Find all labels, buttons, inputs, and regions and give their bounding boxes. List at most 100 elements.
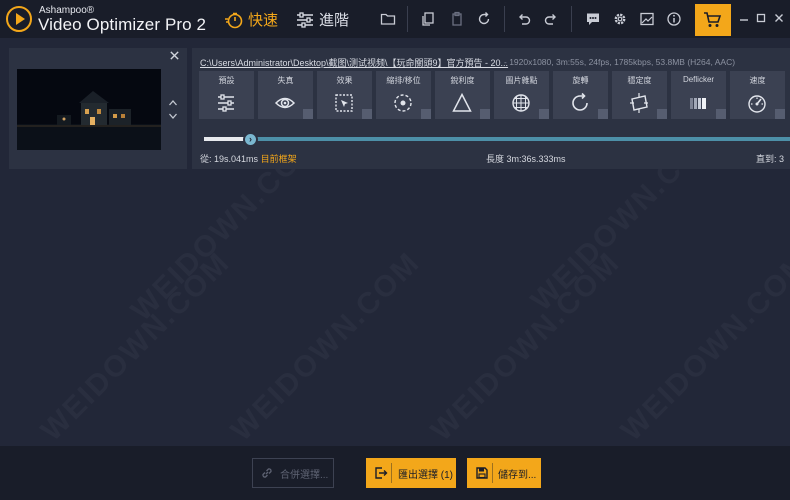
mode-fast-label: 快速 [248, 12, 279, 29]
mode-fast-tab[interactable]: 快速 [224, 9, 278, 30]
button-divider [391, 463, 392, 483]
timeline-track[interactable] [204, 137, 790, 141]
grid-sphere-icon [512, 94, 530, 112]
merge-selection-button[interactable]: 合併選擇... [252, 458, 334, 488]
toolbar-separator [407, 6, 408, 32]
export-selection-button[interactable]: 匯出選擇 (1) [366, 458, 456, 488]
maximize-button[interactable] [752, 9, 770, 27]
image-icon[interactable] [637, 9, 657, 29]
tool-corner [480, 109, 490, 119]
from-label: 從: [200, 154, 212, 164]
timeline-playhead-handle[interactable]: › [243, 132, 258, 147]
watermark: WEIDOWN.COM [615, 246, 790, 448]
close-icon [775, 14, 783, 22]
length-label: 長度 [486, 154, 505, 164]
watermark: WEIDOWN.COM [225, 246, 427, 448]
file-info: - 1920x1080, 3m:55s, 24fps, 1785kbps, 53… [504, 57, 736, 67]
mode-advanced-tab[interactable]: 進階 [295, 9, 349, 30]
merge-label: 合併選擇... [280, 469, 329, 481]
app-title: Video Optimizer Pro 2 [38, 15, 207, 34]
tool-label: Deflicker [682, 75, 715, 84]
tool-label: 銳利度 [450, 76, 475, 85]
button-divider [492, 463, 493, 483]
effects-icon [335, 94, 353, 112]
tool-label: 穩定度 [627, 76, 652, 85]
gear-icon[interactable] [610, 9, 630, 29]
range-end: 直到: 3 [756, 152, 784, 165]
tool-corner [303, 109, 313, 119]
toolbar-separator [504, 6, 505, 32]
stopwatch-icon [225, 12, 243, 28]
tool-label: 圖片雜點 [505, 76, 538, 85]
cart-icon [704, 12, 722, 27]
save-to-button[interactable]: 儲存到... [467, 458, 541, 488]
copy-icon[interactable] [418, 9, 438, 29]
rotate-icon [572, 92, 588, 111]
shop-cart-button[interactable] [695, 4, 731, 36]
file-path-link[interactable]: C:\Users\Administrator\Desktop\截图\测试视频\【… [200, 56, 508, 69]
tool-corner [362, 109, 372, 119]
minimize-button[interactable] [735, 9, 753, 27]
length-value: 3m:36s.333ms [506, 154, 566, 164]
sliders-icon [218, 94, 234, 112]
tool-rotate[interactable]: 旋轉 [553, 71, 608, 119]
tool-corner [716, 109, 726, 119]
tool-corner [775, 109, 785, 119]
tool-noise[interactable]: 圖片雜點 [494, 71, 549, 119]
clip-length: 長度 3m:36s.333ms [486, 152, 566, 165]
sliders-icon [297, 11, 313, 28]
watermark: WEIDOWN.COM [35, 246, 237, 448]
tool-presets[interactable]: 預設 [199, 71, 254, 119]
maximize-icon [756, 13, 766, 23]
deflicker-icon [690, 98, 706, 109]
save-disk-icon [476, 467, 488, 479]
move-up-icon[interactable] [168, 98, 178, 108]
app-logo-icon [6, 6, 32, 32]
from-value: 19s.041ms [214, 154, 259, 164]
tool-corner [657, 109, 667, 119]
tool-sharpness[interactable]: 銳利度 [435, 71, 490, 119]
tool-corner [539, 109, 549, 119]
mode-advanced-label: 進階 [319, 12, 350, 29]
target-icon [394, 94, 412, 112]
open-folder-icon[interactable] [378, 9, 398, 29]
tool-crop-shift[interactable]: 縮排/移位 [376, 71, 431, 119]
remove-clip-close-icon[interactable] [168, 50, 180, 62]
tool-label: 預設 [218, 76, 235, 85]
tool-label: 旋轉 [572, 76, 589, 85]
tool-label: 效果 [336, 76, 353, 85]
tool-corner [421, 109, 431, 119]
feedback-icon[interactable] [583, 9, 603, 29]
info-icon[interactable] [664, 9, 684, 29]
redo-icon[interactable] [541, 9, 561, 29]
tool-deflicker[interactable]: Deflicker [671, 71, 726, 119]
tool-label: 縮排/移位 [386, 76, 421, 85]
close-window-button[interactable] [770, 9, 788, 27]
watermark: WEIDOWN.COM [425, 246, 627, 448]
range-start: 從: 19s.041ms 目前框架 [200, 152, 297, 165]
link-icon [262, 468, 272, 478]
tool-effects[interactable]: 效果 [317, 71, 372, 119]
to-label: 直到: [756, 154, 777, 164]
minimize-icon [740, 19, 748, 21]
export-label: 匯出選擇 (1) [398, 469, 453, 481]
paste-icon[interactable] [447, 9, 467, 29]
tool-label: 速度 [749, 76, 766, 85]
tool-strip: 預設 失真 效果 縮排/移位 銳利度 圖片雜點 旋轉 穩定度 Deflicker [199, 71, 785, 119]
save-label: 儲存到... [498, 469, 537, 481]
move-down-icon[interactable] [168, 111, 178, 121]
undo-icon[interactable] [514, 9, 534, 29]
tool-stabilize[interactable]: 穩定度 [612, 71, 667, 119]
triangle-icon [452, 92, 472, 112]
tool-distortion[interactable]: 失真 [258, 71, 313, 119]
tool-speed[interactable]: 速度 [730, 71, 785, 119]
speedometer-icon [748, 95, 766, 113]
tool-label: 失真 [277, 76, 294, 85]
toolbar-separator [571, 6, 572, 32]
current-frame-link[interactable]: 目前框架 [261, 154, 297, 164]
tool-corner [598, 109, 608, 119]
video-thumbnail[interactable] [17, 69, 161, 150]
export-icon [375, 467, 388, 479]
to-value: 3 [779, 154, 785, 164]
reset-icon[interactable] [474, 9, 494, 29]
